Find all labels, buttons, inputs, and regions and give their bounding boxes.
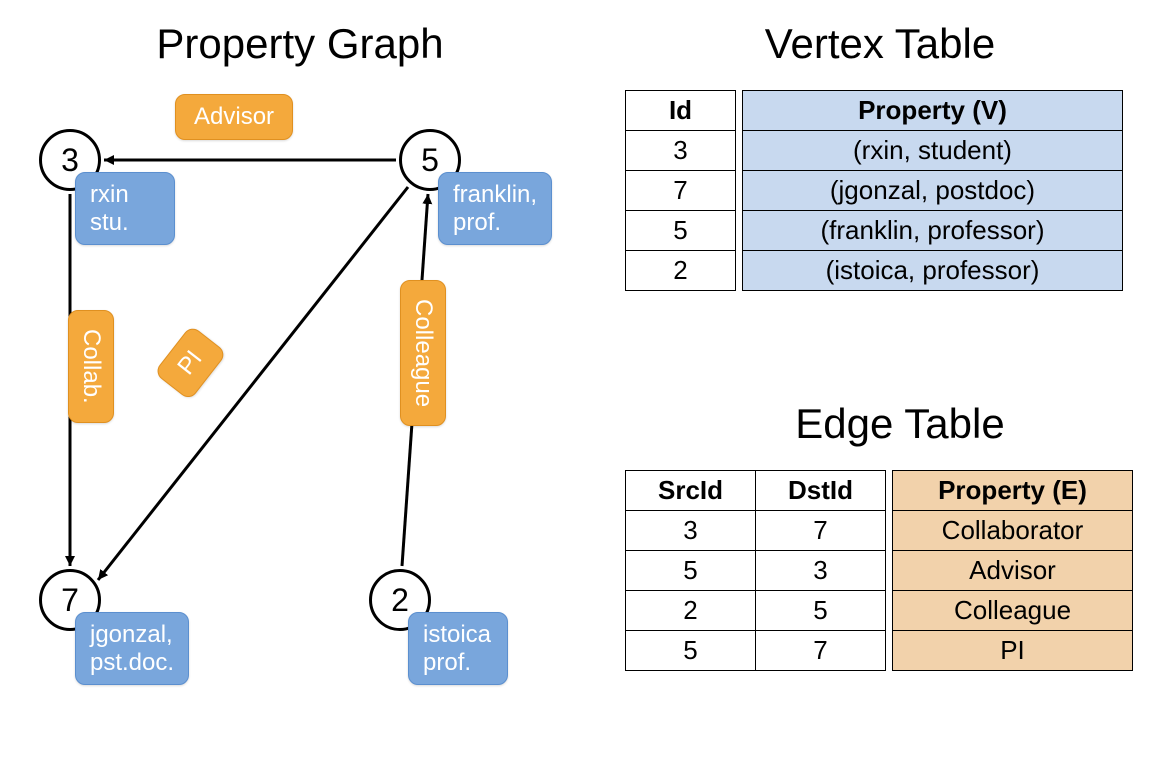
- vertex-table-cell: 3: [626, 131, 736, 171]
- edge-table-cell: 5: [756, 591, 886, 631]
- vertex-label-line: istoica: [423, 621, 491, 648]
- edge-table-props: Property (E) Collaborator Advisor Collea…: [892, 470, 1133, 671]
- edge-table-header-prop: Property (E): [893, 471, 1133, 511]
- property-graph-title: Property Graph: [100, 20, 500, 68]
- edge-table-cell: PI: [893, 631, 1133, 671]
- vertex-table-header-id: Id: [626, 91, 736, 131]
- vertex-id: 3: [61, 142, 79, 179]
- vertex-label-line: jgonzal,: [90, 621, 173, 648]
- property-graph: 3 5 7 2 rxin stu. franklin, prof. jgonza…: [20, 100, 580, 740]
- vertex-table-props: Property (V) (rxin, student) (jgonzal, p…: [742, 90, 1123, 291]
- edge-table-cell: 3: [756, 551, 886, 591]
- edge-table-header-dst: DstId: [756, 471, 886, 511]
- vertex-table-cell: (jgonzal, postdoc): [743, 171, 1123, 211]
- edge-label-advisor: Advisor: [175, 94, 293, 140]
- edge-label-colleague: Colleague: [400, 280, 446, 426]
- vertex-table-ids: Id 3 7 5 2: [625, 90, 736, 291]
- vertex-label-line: rxin: [90, 181, 129, 208]
- vertex-label-line: prof.: [453, 209, 501, 236]
- edge-table-title: Edge Table: [700, 400, 1100, 448]
- vertex-table: Id 3 7 5 2 Property (V) (rxin, student) …: [625, 90, 1123, 291]
- edge-table-cell: 7: [756, 631, 886, 671]
- vertex-label-line: franklin,: [453, 181, 537, 208]
- vertex-id: 7: [61, 582, 79, 619]
- edge-table: SrcId DstId 37 53 25 57 Property (E) Col…: [625, 470, 1133, 671]
- vertex-3-label: rxin stu.: [75, 172, 175, 245]
- edge-table-cell: 5: [626, 551, 756, 591]
- edge-table-header-src: SrcId: [626, 471, 756, 511]
- edge-table-cell: 2: [626, 591, 756, 631]
- vertex-table-cell: (istoica, professor): [743, 251, 1123, 291]
- vertex-table-cell: 5: [626, 211, 736, 251]
- vertex-label-line: prof.: [423, 649, 471, 676]
- vertex-2-label: istoica prof.: [408, 612, 508, 685]
- vertex-7-label: jgonzal, pst.doc.: [75, 612, 189, 685]
- edge-table-cell: 3: [626, 511, 756, 551]
- vertex-label-line: stu.: [90, 209, 129, 236]
- edge-table-cell: 5: [626, 631, 756, 671]
- edge-table-cell: Advisor: [893, 551, 1133, 591]
- vertex-table-cell: 2: [626, 251, 736, 291]
- edge-table-ids: SrcId DstId 37 53 25 57: [625, 470, 886, 671]
- vertex-table-cell: (rxin, student): [743, 131, 1123, 171]
- edge-label-collab: Collab.: [68, 310, 114, 423]
- vertex-table-cell: 7: [626, 171, 736, 211]
- edge-table-cell: Collaborator: [893, 511, 1133, 551]
- vertex-id: 2: [391, 582, 409, 619]
- vertex-id: 5: [421, 142, 439, 179]
- vertex-label-line: pst.doc.: [90, 649, 174, 676]
- vertex-5-label: franklin, prof.: [438, 172, 552, 245]
- edge-table-cell: Colleague: [893, 591, 1133, 631]
- vertex-table-header-prop: Property (V): [743, 91, 1123, 131]
- vertex-table-cell: (franklin, professor): [743, 211, 1123, 251]
- vertex-table-title: Vertex Table: [680, 20, 1080, 68]
- edge-table-cell: 7: [756, 511, 886, 551]
